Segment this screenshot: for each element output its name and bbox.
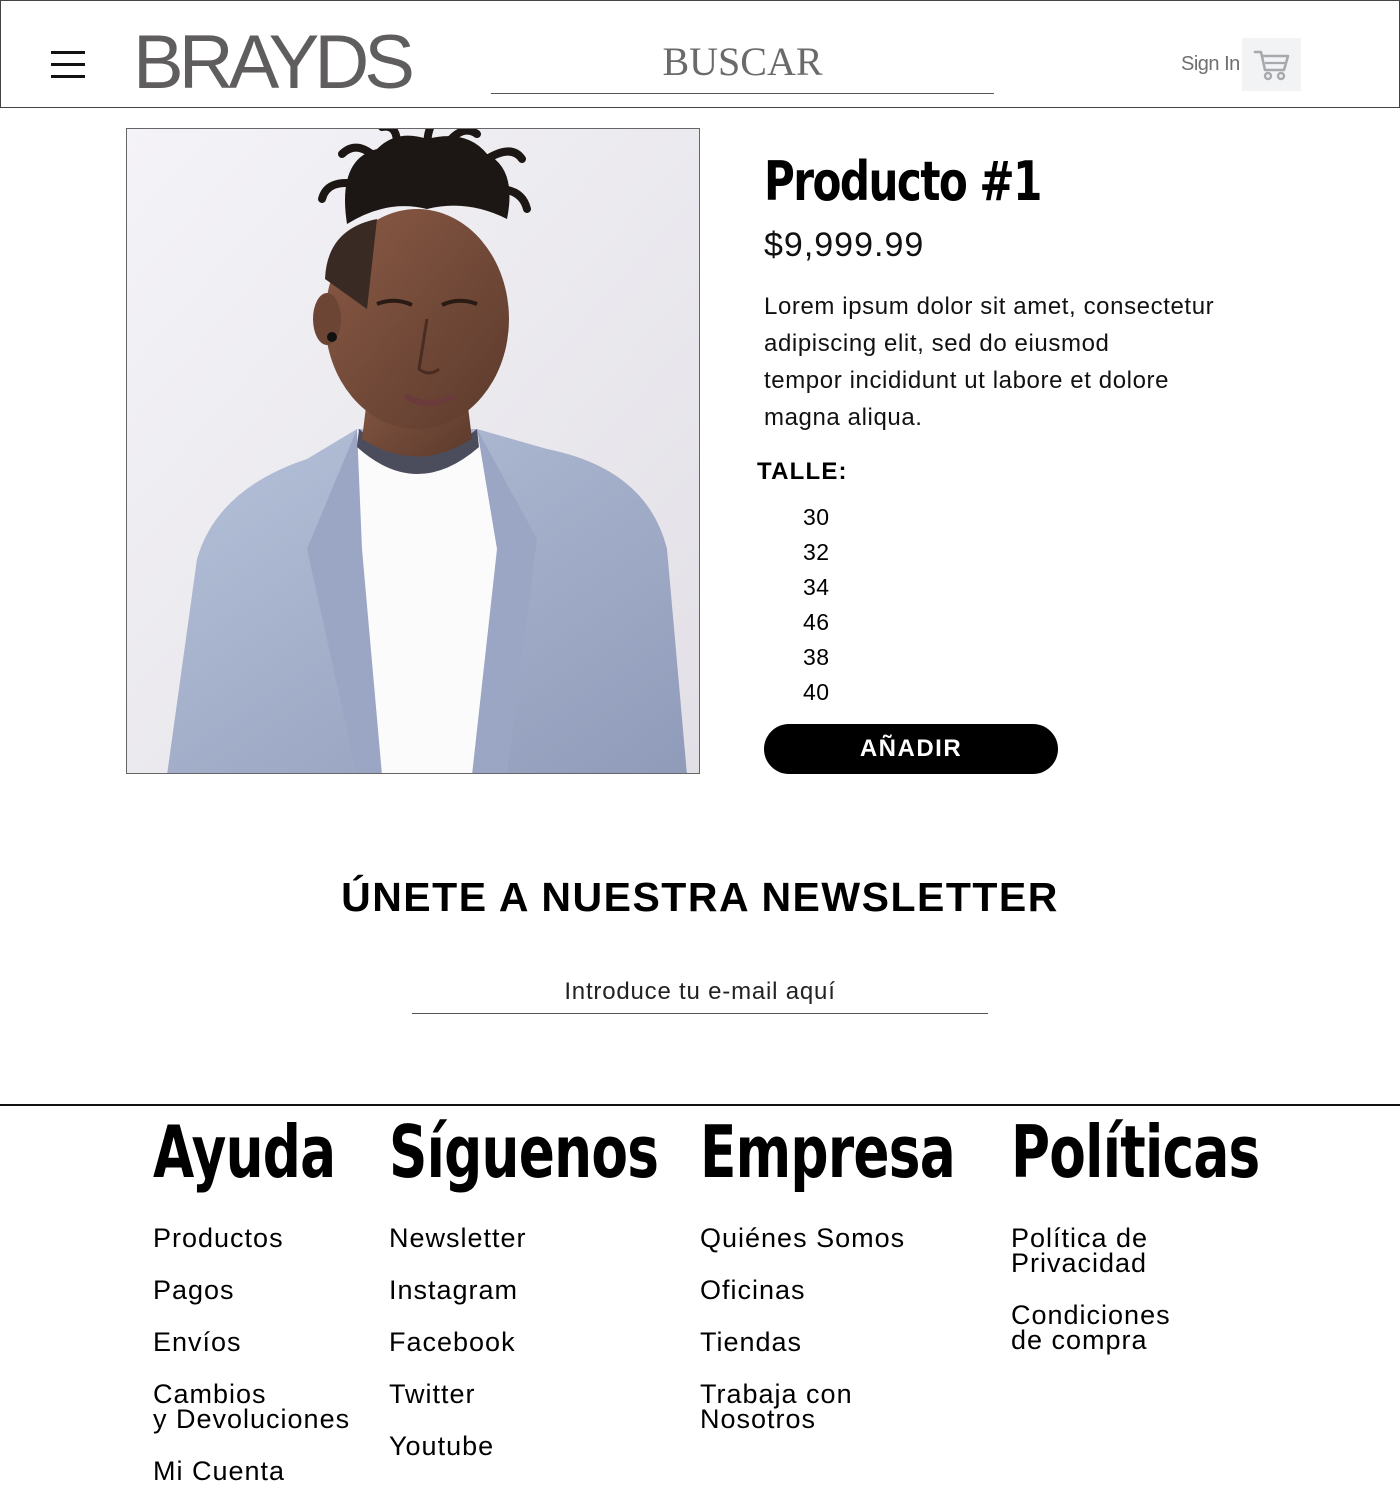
newsletter-email-input[interactable]: [412, 970, 988, 1014]
footer-link[interactable]: Mi Cuenta: [153, 1458, 399, 1485]
size-option[interactable]: 40: [803, 675, 830, 710]
footer-link[interactable]: Oficinas: [700, 1277, 1045, 1304]
footer-link[interactable]: Productos: [153, 1225, 399, 1252]
footer-divider: [0, 1104, 1400, 1106]
size-label: TALLE:: [757, 458, 848, 485]
size-list: 30 32 34 46 38 40: [803, 500, 830, 710]
footer-link[interactable]: Cambios y Devoluciones: [153, 1381, 399, 1433]
footer-link[interactable]: Tiendas: [700, 1329, 1045, 1356]
footer-heading: Políticas: [1011, 1110, 1260, 1194]
footer-link[interactable]: Facebook: [389, 1329, 753, 1356]
footer-heading: Ayuda: [153, 1110, 336, 1194]
footer-link[interactable]: Instagram: [389, 1277, 753, 1304]
footer-link[interactable]: Envíos: [153, 1329, 399, 1356]
product-image: [126, 128, 700, 774]
size-option[interactable]: 46: [803, 605, 830, 640]
size-option[interactable]: 34: [803, 570, 830, 605]
size-option[interactable]: 38: [803, 640, 830, 675]
footer-link[interactable]: Youtube: [389, 1433, 753, 1460]
product-description: Lorem ipsum dolor sit amet, consectetur …: [764, 293, 1215, 431]
footer-column-empresa: Empresa Quiénes Somos Oficinas Tiendas T…: [700, 1112, 1045, 1459]
footer-link[interactable]: Twitter: [389, 1381, 753, 1408]
product-price: $9,999.99: [764, 226, 925, 264]
footer-heading: Síguenos: [389, 1110, 659, 1194]
footer-link[interactable]: Política de Privacidad: [1011, 1225, 1347, 1277]
size-option[interactable]: 32: [803, 535, 830, 570]
footer-link[interactable]: Quiénes Somos: [700, 1225, 1045, 1252]
footer-link[interactable]: Condiciones de compra: [1011, 1302, 1347, 1354]
footer-column-siguenos: Síguenos Newsletter Instagram Facebook T…: [389, 1112, 753, 1486]
newsletter-title: ÚNETE A NUESTRA NEWSLETTER: [341, 874, 1059, 920]
hamburger-menu-icon[interactable]: [51, 51, 85, 79]
cart-button[interactable]: [1242, 38, 1301, 91]
brand-logo[interactable]: BRAYDS: [133, 21, 415, 105]
footer-column-ayuda: Ayuda Productos Pagos Envíos Cambios y D…: [153, 1112, 399, 1508]
size-option[interactable]: 30: [803, 500, 830, 535]
footer-link[interactable]: Trabaja con Nosotros: [700, 1381, 1045, 1433]
footer-link[interactable]: Pagos: [153, 1277, 399, 1304]
footer-link[interactable]: Newsletter: [389, 1225, 753, 1252]
footer-column-politicas: Políticas Política de Privacidad Condici…: [1011, 1112, 1347, 1380]
site-header: BRAYDS Sign In: [0, 0, 1400, 108]
footer-heading: Empresa: [700, 1110, 956, 1194]
search-input[interactable]: [491, 37, 994, 93]
search-bar: [491, 37, 994, 94]
product-photo: [127, 129, 699, 773]
add-to-cart-button[interactable]: AÑADIR: [764, 724, 1058, 774]
product-title: Producto #1: [764, 150, 1042, 213]
shopping-cart-icon: [1253, 50, 1290, 81]
sign-in-link[interactable]: Sign In: [1181, 53, 1240, 76]
